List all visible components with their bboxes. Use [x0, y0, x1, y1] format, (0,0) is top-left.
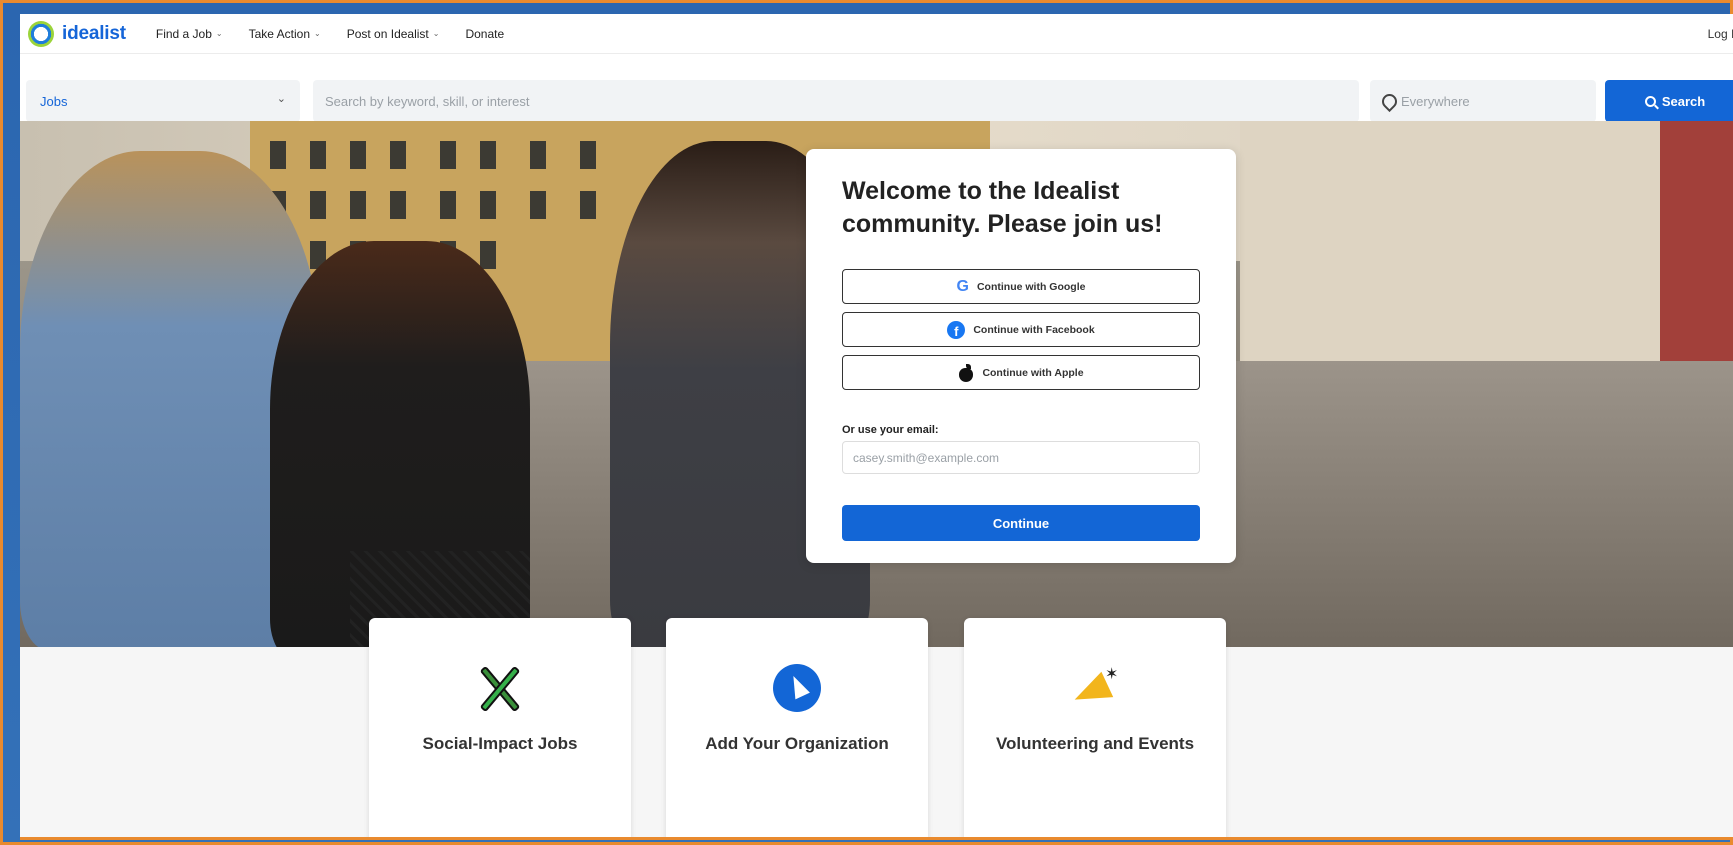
megaphone-icon: ✶ [1065, 658, 1125, 718]
cursor-click-icon [767, 658, 827, 718]
search-icon [1644, 95, 1656, 107]
login-link[interactable]: Log In [1708, 27, 1733, 41]
continue-button[interactable]: Continue [842, 505, 1200, 541]
category-select[interactable]: Jobs ⌄ [26, 80, 300, 122]
email-field[interactable] [842, 441, 1200, 474]
google-button-label: Continue with Google [976, 280, 1086, 293]
chevron-down-icon: ⌄ [314, 29, 321, 38]
nav-find-a-job[interactable]: Find a Job ⌄ [156, 27, 223, 41]
nav-item-label: Take Action [248, 26, 310, 41]
facebook-button-label: Continue with Facebook [973, 323, 1095, 336]
nav-post-on-idealist[interactable]: Post on Idealist ⌄ [347, 27, 440, 41]
keyword-search-input[interactable] [313, 80, 1359, 122]
nav-item-label: Find a Job [155, 26, 212, 41]
feature-title: Add Your Organization [705, 734, 889, 753]
search-button-label: Search [1661, 93, 1706, 109]
top-nav: idealist Find a Job ⌄ Take Action ⌄ Post… [20, 14, 1733, 54]
feature-title: Social-Impact Jobs [422, 734, 578, 753]
location-pin-icon [1382, 94, 1393, 108]
nav-item-label: Post on Idealist [346, 26, 429, 41]
brand-name: idealist [62, 22, 126, 44]
continue-with-google-button[interactable]: G Continue with Google [842, 269, 1200, 304]
signup-title: Welcome to the Idealist community. Pleas… [842, 177, 1163, 238]
feature-card-organization[interactable]: Add Your Organization [666, 618, 928, 837]
nav-donate[interactable]: Donate [465, 27, 504, 41]
idealist-logo-icon [28, 20, 54, 47]
nav-take-action[interactable]: Take Action ⌄ [249, 27, 321, 41]
nav-item-label: Donate [465, 26, 505, 41]
signup-card: Welcome to the Idealist community. Pleas… [806, 149, 1236, 563]
category-value: Jobs [40, 93, 68, 109]
email-label: Or use your email: [842, 424, 939, 436]
continue-button-label: Continue [992, 515, 1050, 531]
apple-button-label: Continue with Apple [982, 366, 1084, 379]
google-icon: G [956, 277, 969, 295]
chevron-down-icon: ⌄ [432, 29, 440, 38]
chevron-down-icon: ⌄ [276, 93, 286, 105]
feature-title: Volunteering and Events [995, 734, 1195, 753]
chevron-down-icon: ⌄ [215, 29, 223, 38]
facebook-icon: f [947, 320, 966, 339]
feature-card-jobs[interactable]: Social-Impact Jobs [369, 618, 631, 837]
feature-card-volunteering[interactable]: ✶ Volunteering and Events [964, 618, 1226, 837]
search-button[interactable]: Search [1605, 80, 1733, 122]
continue-with-facebook-button[interactable]: f Continue with Facebook [842, 312, 1200, 347]
location-input[interactable] [1401, 93, 1581, 109]
browser-window: idealist Find a Job ⌄ Take Action ⌄ Post… [20, 14, 1733, 840]
location-field[interactable] [1370, 80, 1596, 122]
logo[interactable]: idealist [28, 20, 126, 47]
continue-with-apple-button[interactable]: Continue with Apple [842, 355, 1200, 390]
tools-icon [470, 658, 530, 718]
apple-icon [958, 363, 974, 382]
